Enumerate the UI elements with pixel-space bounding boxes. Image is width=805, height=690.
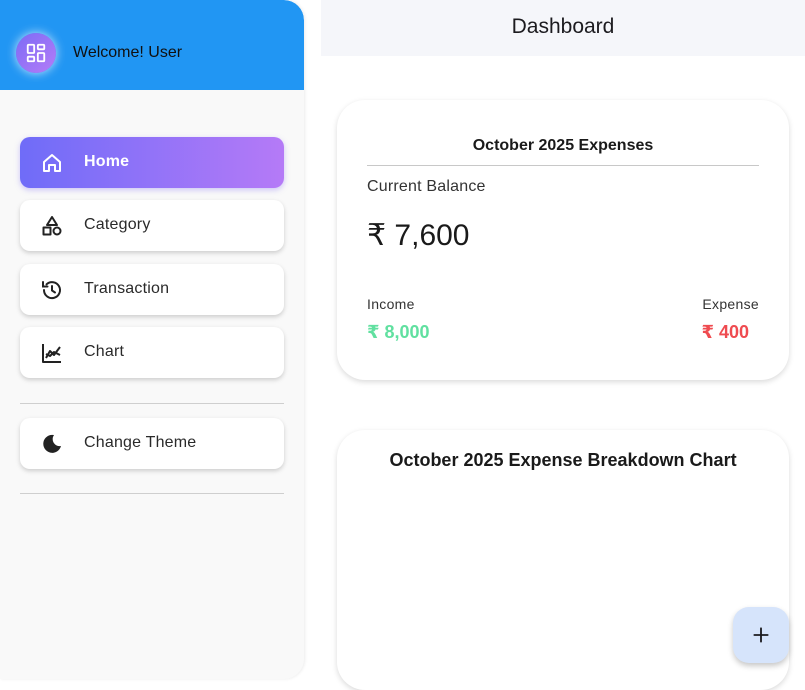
app-bar: Dashboard	[321, 0, 805, 56]
chart-card-title: October 2025 Expense Breakdown Chart	[389, 450, 737, 470]
nav-item-label: Home	[84, 153, 130, 170]
balance-value: ₹ 7,600	[367, 219, 470, 252]
add-transaction-button[interactable]	[733, 607, 789, 663]
expense-summary-card: October 2025 Expenses Current Balance ₹ …	[337, 100, 789, 380]
balance-label: Current Balance	[367, 178, 486, 195]
expense-breakdown-chart-card: October 2025 Expense Breakdown Chart	[337, 430, 789, 690]
nav-item-chart[interactable]: Chart	[20, 327, 284, 378]
dashboard-grid-icon	[26, 43, 46, 63]
nav-item-label: Category	[84, 216, 151, 233]
expense-value: ₹ 400	[701, 322, 749, 342]
nav-item-label: Transaction	[84, 280, 170, 297]
nav-item-transaction[interactable]: Transaction	[20, 264, 284, 315]
navigation-drawer: Welcome! User Home Category Transaction …	[0, 0, 304, 679]
card-divider	[367, 165, 759, 166]
drawer-divider	[20, 403, 284, 404]
avatar[interactable]	[16, 33, 56, 73]
expense-label: Expense	[702, 296, 759, 312]
history-icon	[42, 281, 61, 300]
chart-icon	[42, 344, 61, 363]
income-label: Income	[367, 296, 415, 312]
nav-item-category[interactable]: Category	[20, 200, 284, 251]
nav-item-label: Chart	[84, 343, 125, 360]
moon-icon	[43, 434, 61, 453]
change-theme-button[interactable]: Change Theme	[20, 418, 284, 469]
page-title: Dashboard	[511, 15, 615, 38]
nav-item-home[interactable]: Home	[20, 137, 284, 188]
change-theme-label: Change Theme	[84, 434, 197, 451]
drawer-divider	[20, 493, 284, 494]
drawer-header: Welcome! User	[0, 0, 304, 90]
summary-card-title: October 2025 Expenses	[472, 137, 654, 154]
category-shapes-icon	[42, 216, 62, 236]
plus-icon	[753, 627, 769, 643]
welcome-text: Welcome! User	[73, 44, 183, 61]
home-icon	[43, 154, 61, 172]
income-value: ₹ 8,000	[367, 322, 430, 342]
